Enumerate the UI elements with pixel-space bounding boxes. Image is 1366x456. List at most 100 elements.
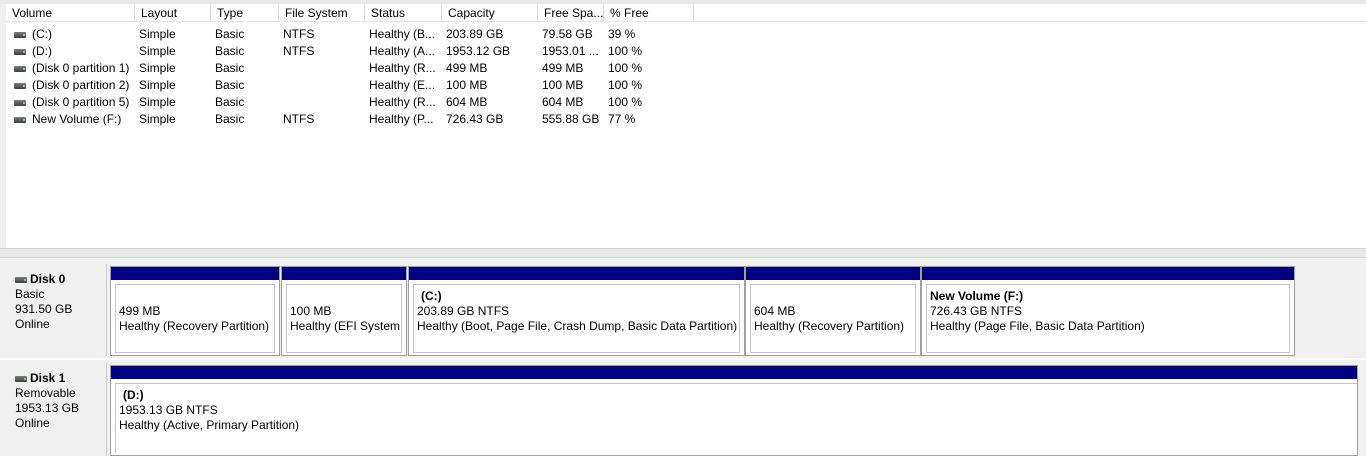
capacity-cell: 499 MB [446,61,488,75]
layout-cell: Simple [139,78,176,92]
file-system-cell: NTFS [283,112,315,126]
partition-size: 100 MB [290,304,332,318]
disk-0-label[interactable]: Disk 0 Basic 931.50 GB Online [8,264,107,356]
percent-free-cell: 100 % [608,61,643,75]
disk-0-kind: Basic [15,287,45,301]
type-cell: Basic [215,112,245,126]
partition-size: 604 MB [754,304,796,318]
volume-list[interactable]: Volume Layout Type File System Status Ca… [0,0,1366,248]
column-header-status[interactable]: Status [365,4,442,22]
percent-free-cell: 100 % [608,78,643,92]
partition-size: 726.43 GB NTFS [930,304,1023,318]
partition-disk0-1[interactable]: 499 MB Healthy (Recovery Partition) [110,266,280,356]
partition-disk0-c[interactable]: (C:) 203.89 GB NTFS Healthy (Boot, Page … [408,266,745,356]
column-header-percent-free[interactable]: % Free [604,4,694,22]
partition-bar [282,267,406,280]
partition-bar [111,366,1357,379]
disk-1-size: 1953.13 GB [15,401,80,415]
free-space-cell: 555.88 GB [542,112,600,126]
table-row[interactable]: (Disk 0 partition 1) Simple Basic Health… [6,60,694,77]
column-header-type[interactable]: Type [211,4,279,22]
disk-0-size: 931.50 GB [15,302,73,316]
column-header-layout[interactable]: Layout [135,4,211,22]
drive-icon [14,48,26,55]
free-space-cell: 79.58 GB [542,27,593,41]
capacity-cell: 203.89 GB [446,27,504,41]
table-row[interactable]: (C:) Simple Basic NTFS Healthy (B... 203… [6,26,694,43]
type-cell: Basic [215,78,245,92]
disk-1-state: Online [15,416,50,430]
percent-free-cell: 39 % [608,27,636,41]
file-system-cell: NTFS [283,44,315,58]
partition-name: (C:) [421,289,442,303]
table-row[interactable]: (D:) Simple Basic NTFS Healthy (A... 195… [6,43,694,60]
volume-name-cell: (Disk 0 partition 2) [6,77,135,94]
table-row[interactable]: (Disk 0 partition 2) Simple Basic Health… [6,77,694,94]
volume-name: (Disk 0 partition 5) [32,95,130,109]
free-space-cell: 1953.01 ... [542,44,599,58]
column-header-capacity[interactable]: Capacity [442,4,538,22]
partition-body: 604 MB Healthy (Recovery Partition) [750,284,916,353]
status-cell: Healthy (B... [369,27,436,41]
pane-splitter[interactable] [0,248,1366,258]
partition-status: Healthy (EFI System P [290,319,402,333]
partition-body: New Volume (F:) 726.43 GB NTFS Healthy (… [926,284,1290,353]
volume-rows: (C:) Simple Basic NTFS Healthy (B... 203… [6,26,694,128]
partition-size: 203.89 GB NTFS [417,304,510,318]
partition-status: Healthy (Recovery Partition) [119,319,270,333]
layout-cell: Simple [139,95,176,109]
partition-name [290,289,401,304]
status-cell: Healthy (R... [369,95,436,109]
partition-status: Healthy (Boot, Page File, Crash Dump, Ba… [417,319,738,333]
capacity-cell: 604 MB [446,95,488,109]
disk-1-title: Disk 1 [15,371,106,386]
column-header-free-space[interactable]: Free Spa... [538,4,604,22]
partition-bar [922,267,1294,280]
type-cell: Basic [215,44,245,58]
layout-cell: Simple [139,112,176,126]
column-header-file-system[interactable]: File System [279,4,365,22]
free-space-cell: 499 MB [542,61,584,75]
partition-name: (D:) [123,388,144,402]
layout-cell: Simple [139,61,176,75]
volume-name: (Disk 0 partition 1) [32,61,130,75]
disk-1-kind: Removable [15,386,76,400]
partition-name: New Volume (F:) [930,289,1024,303]
type-cell: Basic [215,27,245,41]
volume-name-cell: (C:) [6,26,135,43]
volume-name-cell: (D:) [6,43,135,60]
drive-icon [14,31,26,38]
partition-disk0-2[interactable]: 100 MB Healthy (EFI System P [281,266,407,356]
partition-disk1-d[interactable]: (D:) 1953.13 GB NTFS Healthy (Active, Pr… [110,365,1358,456]
partition-size: 1953.13 GB NTFS [119,403,218,417]
disk-graphical-view: Disk 0 Basic 931.50 GB Online 499 MB Hea… [0,258,1366,456]
free-space-cell: 100 MB [542,78,584,92]
partition-bar [409,267,744,280]
free-space-cell: 604 MB [542,95,584,109]
percent-free-cell: 100 % [608,44,643,58]
status-cell: Healthy (A... [369,44,436,58]
partition-name [119,289,274,304]
disk-icon [15,375,27,382]
status-cell: Healthy (R... [369,61,436,75]
partition-bar [111,267,279,280]
partition-body: 499 MB Healthy (Recovery Partition) [115,284,275,353]
file-system-cell: NTFS [283,27,315,41]
disk-1-label[interactable]: Disk 1 Removable 1953.13 GB Online [8,363,107,456]
capacity-cell: 100 MB [446,78,488,92]
column-header-row: Volume Layout Type File System Status Ca… [6,4,1366,22]
volume-name-cell: (Disk 0 partition 1) [6,60,135,77]
file-system-cell [279,94,365,111]
column-header-volume[interactable]: Volume [6,4,135,22]
table-row[interactable]: New Volume (F:) Simple Basic NTFS Health… [6,111,694,128]
volume-name: (C:) [32,27,52,41]
percent-free-cell: 77 % [608,112,636,126]
partition-bar [746,267,920,280]
partition-body: (C:) 203.89 GB NTFS Healthy (Boot, Page … [413,284,740,353]
partition-disk0-5[interactable]: 604 MB Healthy (Recovery Partition) [745,266,921,356]
table-row[interactable]: (Disk 0 partition 5) Simple Basic Health… [6,94,694,111]
disk-row-divider [0,358,1366,360]
disk-1-name: Disk 1 [30,371,66,385]
partition-disk0-f[interactable]: New Volume (F:) 726.43 GB NTFS Healthy (… [921,266,1295,356]
partition-size: 499 MB [119,304,161,318]
